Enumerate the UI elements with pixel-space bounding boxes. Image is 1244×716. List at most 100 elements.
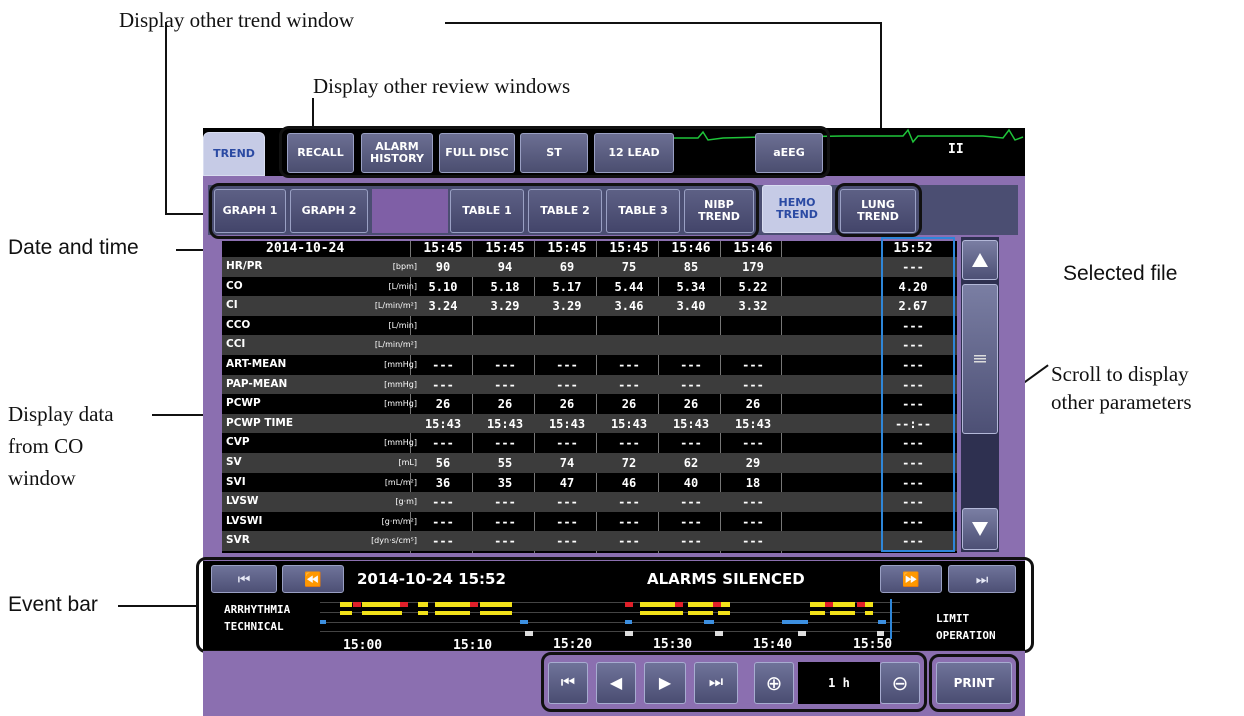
table-time-header: 15:46 — [733, 241, 773, 256]
table-row[interactable]: LVSWI [g·m/m²] --- --- --- --- --- --- --- — [222, 512, 957, 532]
table-cell: 26 — [745, 397, 761, 412]
table-cell: 15:43 — [424, 416, 462, 431]
table-row[interactable]: CI [L/min/m²] 3.24 3.29 3.29 3.46 3.40 3.32 2.67 — [222, 296, 957, 316]
param-name: SVR — [226, 534, 250, 547]
hemo-table: 2014-10-24 15:45 15:45 15:45 15:45 15:46 15:46… — [222, 241, 957, 553]
table-cell: 5.22 — [738, 279, 768, 294]
table-cell: --- — [618, 358, 640, 372]
table-row[interactable]: PAP-MEAN [mmHg] --- --- --- --- --- --- --- — [222, 374, 957, 395]
trend-tabs-highlight — [209, 183, 759, 239]
annotation-scroll: Scroll to display other parameters — [1051, 362, 1192, 414]
param-name: CCI — [226, 338, 246, 351]
table-cell: 36 — [435, 475, 451, 490]
table-cell: --- — [432, 534, 454, 549]
print-highlight — [929, 654, 1019, 712]
param-unit: [g·m] — [395, 497, 417, 507]
param-name: HR/PR — [226, 260, 263, 272]
annotation-date-time: Date and time — [8, 236, 139, 259]
triangle-down-icon — [972, 522, 988, 536]
param-unit: [g·m/m²] — [381, 516, 417, 526]
table-cell: 5.44 — [614, 279, 644, 294]
annotation-line — [312, 98, 314, 126]
table-cell: 69 — [559, 260, 575, 274]
table-row[interactable]: CCO [L/min] --- — [222, 316, 957, 336]
annotation-line — [152, 414, 210, 416]
param-name: LVSWI — [226, 514, 263, 527]
table-cell: 90 — [435, 260, 451, 274]
table-cell: --- — [680, 514, 702, 529]
lead-label: II — [948, 142, 964, 157]
param-name: CO — [226, 279, 243, 292]
table-date: 2014-10-24 — [266, 241, 345, 256]
nav-controls-highlight — [541, 652, 927, 712]
table-cell: 15:43 — [672, 416, 710, 431]
table-cell: --- — [432, 495, 454, 510]
table-cell: 3.29 — [552, 299, 582, 314]
param-unit: [mmHg] — [384, 379, 417, 389]
param-unit: [mmHg] — [384, 399, 417, 409]
param-name: LVSW — [226, 495, 259, 508]
annotation-line — [118, 605, 196, 607]
annotation-co-window: Display data from CO window — [8, 402, 114, 490]
table-cell: 5.34 — [676, 279, 706, 294]
table-cell: --- — [432, 436, 454, 451]
annotation-review-windows: Display other review windows — [313, 74, 571, 98]
table-cell: --- — [556, 534, 578, 549]
table-cell: 46 — [621, 475, 637, 490]
table-cell: 5.17 — [552, 279, 582, 294]
table-row[interactable]: CCI [L/min/m²] --- — [222, 335, 957, 355]
scroll-down-button[interactable] — [962, 508, 998, 550]
table-cell: 55 — [497, 456, 513, 470]
table-cell: 15:43 — [486, 416, 524, 431]
table-cell: --- — [680, 377, 702, 392]
table-cell: 179 — [742, 260, 764, 274]
tab-trend[interactable]: TREND — [203, 132, 265, 176]
table-cell: --- — [494, 358, 516, 372]
table-cell: --- — [618, 495, 640, 510]
table-time-header: 15:45 — [423, 241, 463, 256]
table-cell: --- — [494, 436, 516, 451]
table-row[interactable]: SV [mL] 56 55 74 72 62 29 --- — [222, 453, 957, 473]
table-cell: 85 — [683, 260, 699, 274]
scroll-thumb[interactable] — [962, 284, 998, 434]
param-name: CCO — [226, 318, 251, 331]
table-row[interactable]: PCWP TIME 15:43 15:43 15:43 15:43 15:43 15:43-… — [222, 413, 957, 434]
table-row[interactable]: CO [L/min] 5.10 5.18 5.17 5.44 5.34 5.22 4.20 — [222, 277, 957, 297]
table-cell: --- — [680, 436, 702, 451]
table-cell: --- — [742, 495, 764, 510]
tab-hemo-trend[interactable]: HEMO TREND — [762, 185, 832, 233]
lung-trend-highlight — [835, 183, 922, 237]
table-cell: --- — [556, 495, 578, 510]
table-cell: --- — [618, 436, 640, 451]
table-time-header: 15:45 — [547, 241, 587, 256]
table-row[interactable]: SVR [dyn·s/cm⁵] --- --- --- --- --- --- --- — [222, 531, 957, 551]
annotation-line — [165, 22, 167, 215]
table-cell: --- — [432, 514, 454, 529]
table-cell: 15:43 — [610, 416, 648, 431]
param-unit: [dyn·s/cm⁵] — [371, 536, 417, 546]
table-cell: 15:43 — [548, 416, 586, 431]
table-cell: --- — [680, 495, 702, 510]
event-bar-highlight — [196, 557, 1034, 653]
table-cell: --- — [556, 358, 578, 372]
table-cell: --- — [494, 514, 516, 529]
selected-column[interactable] — [881, 237, 955, 552]
table-cell: --- — [494, 377, 516, 392]
table-cell: --- — [742, 377, 764, 392]
param-unit: [mL/m²] — [384, 477, 417, 487]
scroll-up-button[interactable] — [962, 240, 998, 280]
table-cell: --- — [618, 534, 640, 549]
table-row[interactable]: ART-MEAN [mmHg] --- --- --- --- --- --- --- — [222, 355, 957, 375]
table-cell: 56 — [435, 456, 451, 470]
table-row[interactable]: CVP [mmHg] --- --- --- --- --- --- --- — [222, 433, 957, 453]
table-row[interactable]: SVI [mL/m²] 36 35 47 46 40 18 --- — [222, 473, 957, 493]
annotation-selected-file: Selected file — [1063, 262, 1178, 285]
table-row[interactable]: PCWP [mmHg] 26 26 26 26 26 26 --- — [222, 394, 957, 414]
annotation-event-bar: Event bar — [8, 593, 98, 616]
table-cell: --- — [556, 514, 578, 529]
param-name: CVP — [226, 436, 250, 449]
table-row[interactable]: LVSW [g·m] --- --- --- --- --- --- --- — [222, 492, 957, 512]
table-row[interactable]: HR/PR [bpm] 90 94 69 75 85 179 --- — [222, 257, 957, 277]
param-name: SVI — [226, 475, 246, 488]
review-tabs-highlight — [279, 126, 830, 178]
